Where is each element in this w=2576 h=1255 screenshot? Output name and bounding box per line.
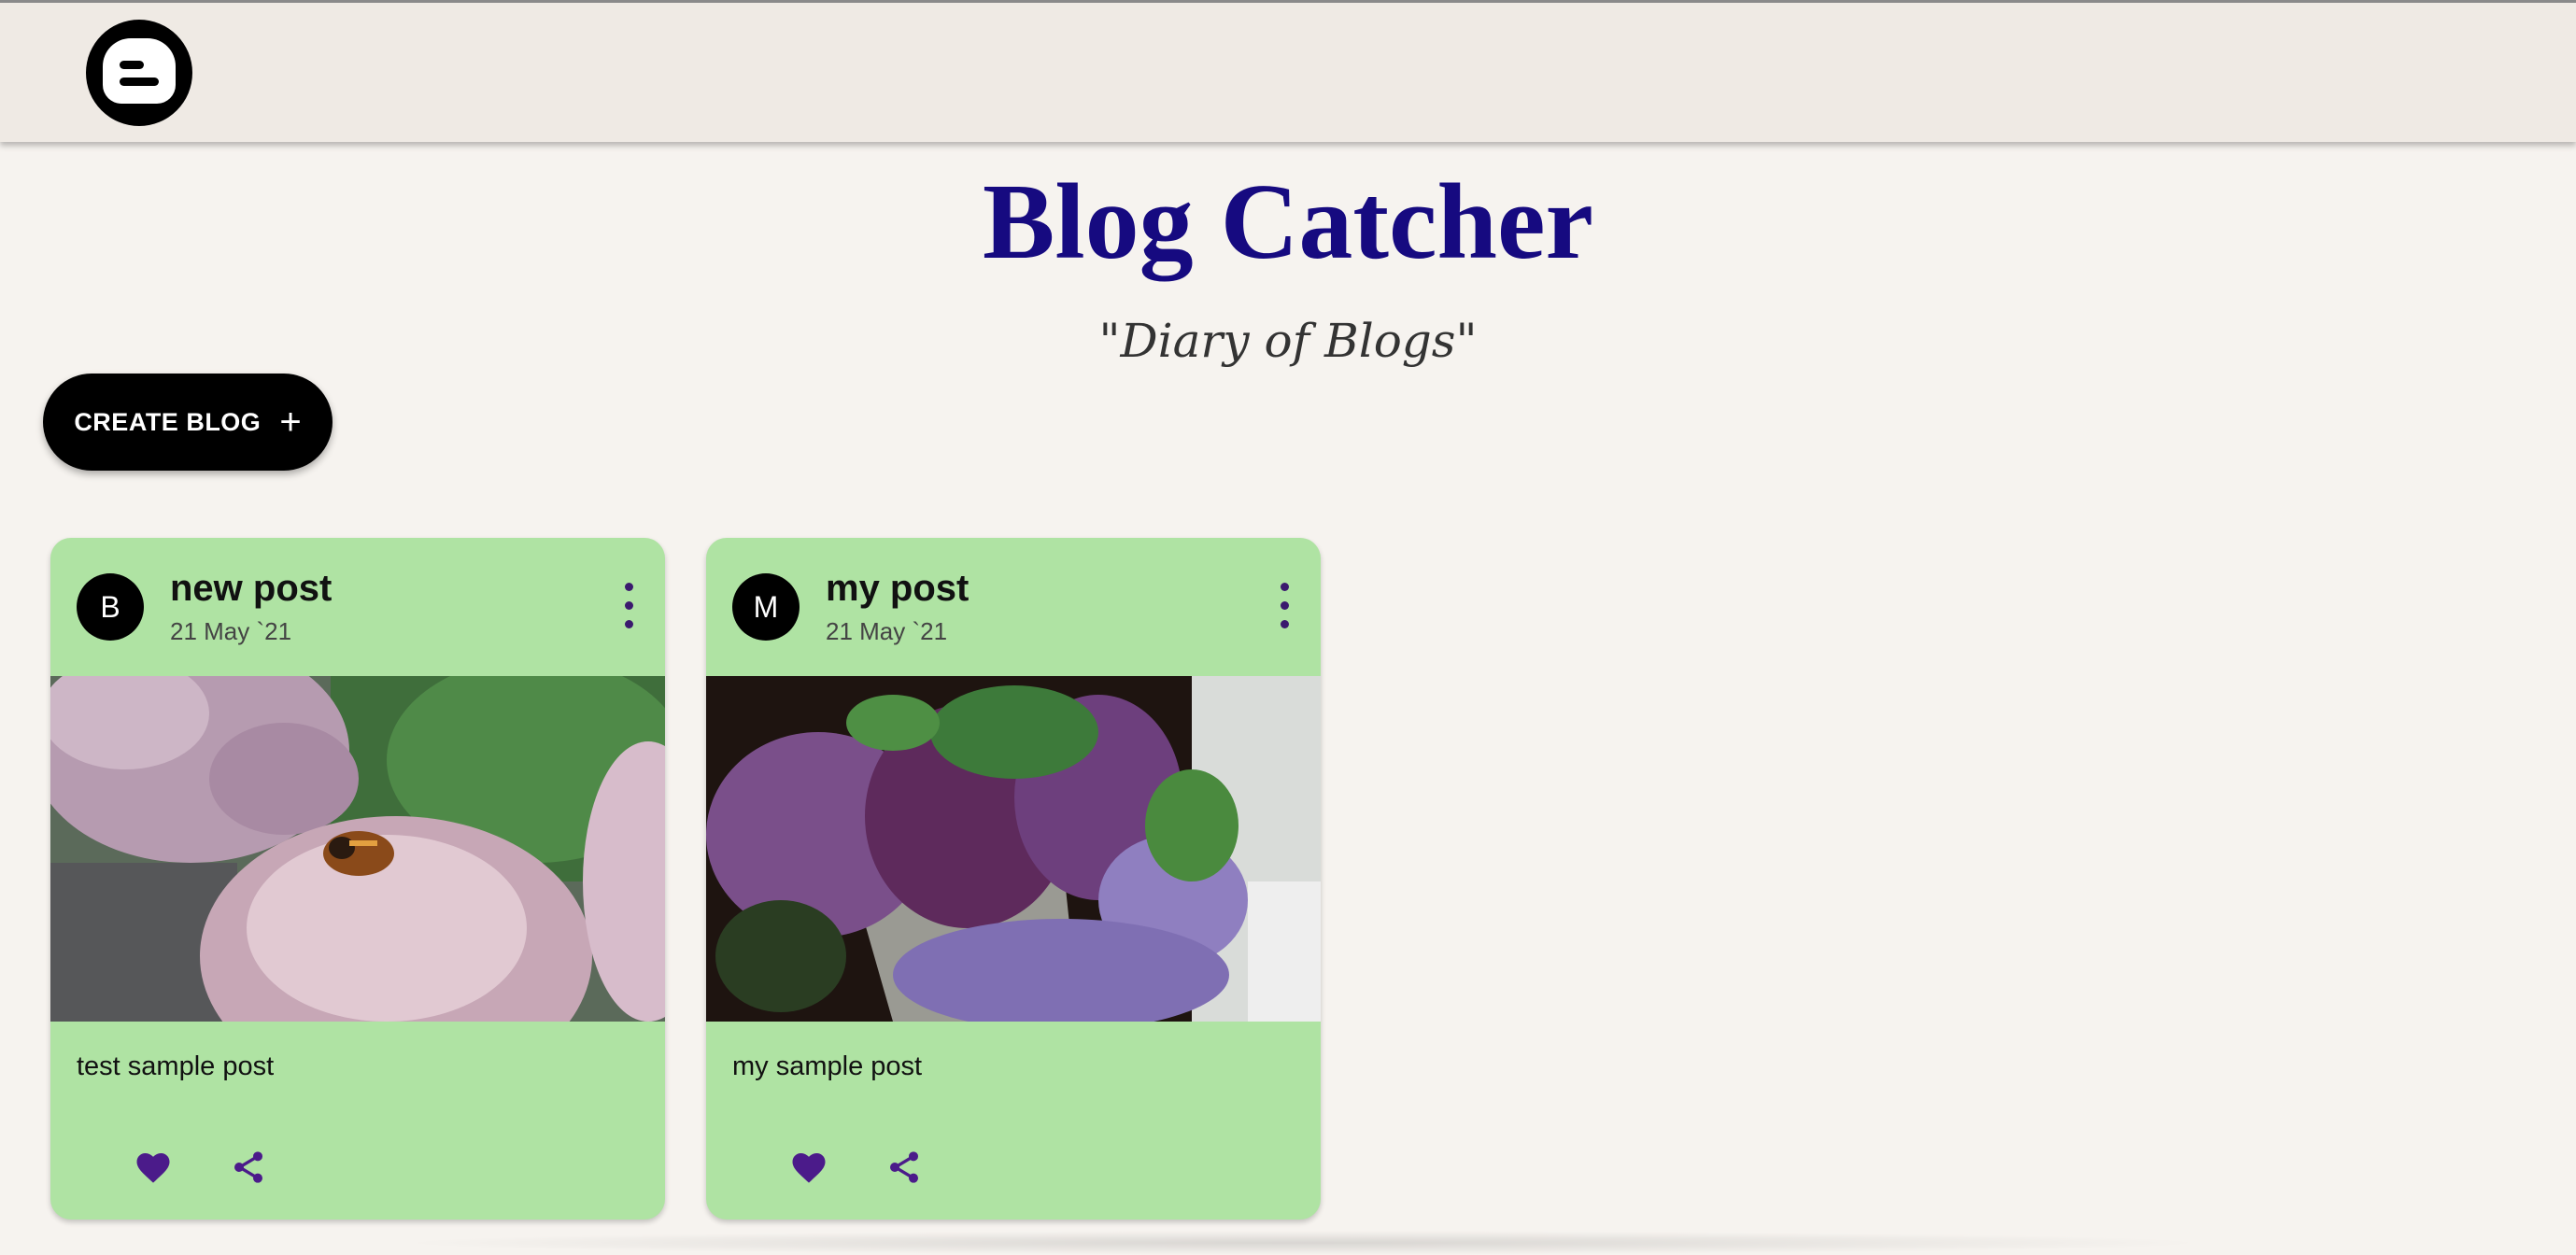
top-app-bar [0,0,2576,142]
favorite-icon[interactable] [125,1139,181,1195]
favorite-icon[interactable] [781,1139,837,1195]
card-image [706,676,1321,1022]
blog-card: M my post 21 May `21 my sample post [706,538,1321,1220]
card-text: test sample post [77,1051,275,1081]
card-date: 21 May `21 [826,617,948,645]
card-date: 21 May `21 [170,617,292,645]
card-title: my post [826,568,970,609]
bottom-shadow [392,1231,2214,1255]
blog-card: B new post 21 May `21 test sample post [50,538,665,1220]
card-header: B new post 21 May `21 [50,538,665,676]
avatar: B [77,573,144,641]
share-icon[interactable] [876,1139,932,1195]
avatar: M [732,573,800,641]
blogger-logo-icon[interactable] [86,20,192,126]
site-tagline: "Diary of Blogs" [1098,314,1478,368]
card-header: M my post 21 May `21 [706,538,1321,676]
more-options-icon[interactable] [1267,579,1304,635]
card-text: my sample post [732,1051,923,1081]
card-title: new post [170,568,333,609]
create-blog-button[interactable]: CREATE BLOG + [43,374,333,471]
site-title: Blog Catcher [983,162,1593,282]
share-icon[interactable] [220,1139,276,1195]
more-options-icon[interactable] [611,579,648,635]
card-image [50,676,665,1022]
plus-icon: + [279,402,302,443]
create-blog-label: CREATE BLOG [74,407,262,436]
